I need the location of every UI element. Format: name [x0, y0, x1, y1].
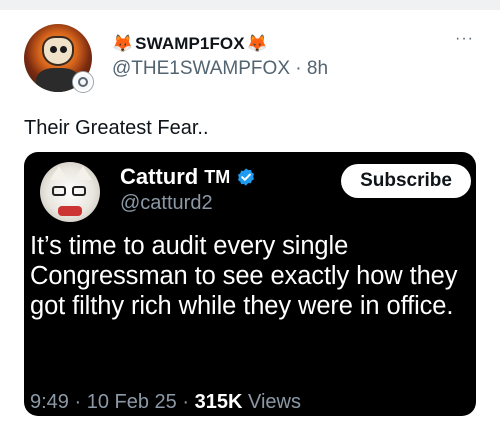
footer-dot-2: · [182, 391, 190, 413]
author-display-name[interactable]: SWAMP1FOX [135, 34, 245, 54]
quoted-handle[interactable]: @catturd2 [120, 192, 213, 215]
affiliation-badge-icon[interactable] [73, 72, 93, 92]
quoted-tweet-card[interactable]: Catturd TM @catturd2 Subscribe It’s time… [24, 152, 476, 416]
post-time[interactable]: 8h [307, 58, 328, 79]
top-strip [0, 0, 500, 10]
fox-emoji-left: 🦊 [112, 34, 134, 53]
quoted-footer: 9:49 · 10 Feb 25 · 315K Views [30, 391, 301, 414]
views-count: 315K [194, 391, 243, 413]
more-options-icon[interactable]: ··· [455, 30, 474, 48]
tweet-text: Their Greatest Fear.. [24, 117, 209, 139]
cat-collar [58, 206, 82, 216]
fox-emoji-right: 🦊 [246, 34, 268, 53]
views-label: Views [247, 391, 301, 413]
quoted-time[interactable]: 9:49 [30, 391, 69, 413]
trademark-symbol: TM [204, 166, 231, 187]
verified-badge-icon [238, 168, 255, 186]
quoted-date[interactable]: 10 Feb 25 [87, 391, 177, 413]
author-meta: @THE1SWAMPFOX · 8h [112, 58, 328, 80]
quoted-display-name[interactable]: Catturd [120, 164, 198, 190]
cat-glasses [52, 186, 88, 196]
author-handle[interactable]: @THE1SWAMPFOX [112, 58, 290, 79]
cat-ear-right [74, 166, 92, 180]
author-name-row[interactable]: 🦊 SWAMP1FOX 🦊 [112, 34, 268, 54]
quoted-tweet-text: It’s time to audit every single Congress… [30, 232, 458, 320]
meta-separator: · [295, 58, 302, 79]
avatar-eye-right [60, 46, 67, 53]
footer-dot-1: · [74, 391, 82, 413]
quoted-name-row[interactable]: Catturd TM [120, 164, 256, 190]
avatar-mask [42, 36, 74, 66]
subscribe-button[interactable]: Subscribe [341, 164, 471, 198]
cat-ear-left [50, 166, 68, 180]
quoted-avatar[interactable] [40, 162, 100, 222]
avatar-eye-left [50, 46, 57, 53]
